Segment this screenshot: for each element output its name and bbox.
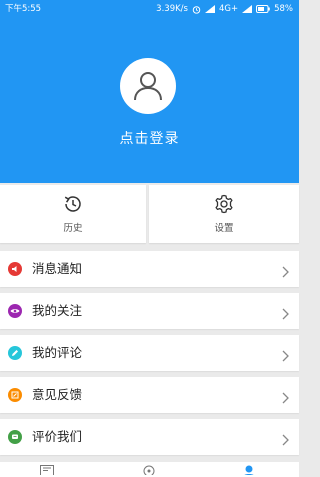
network-speed: 3.39K/s: [156, 4, 188, 14]
rate-icon: [8, 430, 22, 444]
eye-icon: [8, 304, 22, 318]
network-type: 4G+: [218, 4, 239, 14]
menu-item-following[interactable]: 我的关注: [0, 293, 299, 329]
nav-discover[interactable]: [142, 465, 156, 477]
battery-level: 58%: [274, 4, 293, 14]
battery-icon: [256, 5, 270, 13]
menu-item-feedback[interactable]: 意见反馈: [0, 377, 299, 413]
news-icon: [40, 465, 54, 475]
menu-item-rate[interactable]: 评价我们: [0, 419, 299, 455]
user-icon: [134, 72, 162, 101]
menu-item-label: 我的评论: [32, 345, 83, 360]
profile-icon: [244, 465, 254, 475]
signal-icon-2: [242, 5, 253, 13]
history-icon: [62, 193, 84, 215]
pen-icon: [8, 346, 22, 360]
status-time: 下午5:55: [5, 4, 42, 14]
chevron-right-icon: [282, 263, 289, 282]
profile-header: 下午5:55 3.39K/s 4G+ 58% 点击登录: [0, 0, 299, 183]
gear-icon: [213, 193, 235, 215]
menu-item-label: 消息通知: [32, 261, 83, 276]
feedback-icon: [8, 388, 22, 402]
history-label: 历史: [63, 223, 83, 234]
speaker-icon: [8, 262, 22, 276]
chevron-right-icon: [282, 347, 289, 366]
signal-icon: [204, 5, 215, 13]
history-button[interactable]: 历史: [0, 185, 146, 243]
settings-label: 设置: [214, 223, 234, 234]
menu-item-label: 评价我们: [32, 429, 83, 444]
chevron-right-icon: [282, 389, 289, 408]
menu-item-comments[interactable]: 我的评论: [0, 335, 299, 371]
nav-profile[interactable]: [242, 465, 256, 477]
settings-button[interactable]: 设置: [149, 185, 299, 243]
compass-icon: [143, 465, 155, 475]
chevron-right-icon: [282, 305, 289, 324]
menu-item-label: 我的关注: [32, 303, 83, 318]
login-button[interactable]: 点击登录: [0, 128, 299, 148]
avatar[interactable]: [120, 58, 176, 114]
bottom-nav: [0, 462, 299, 477]
alarm-icon: [192, 5, 201, 14]
status-right: 3.39K/s 4G+ 58%: [156, 0, 293, 18]
status-bar: 下午5:55 3.39K/s 4G+ 58%: [0, 0, 299, 18]
menu-item-notifications[interactable]: 消息通知: [0, 251, 299, 287]
menu-item-label: 意见反馈: [32, 387, 83, 402]
nav-news[interactable]: [40, 465, 54, 477]
chevron-right-icon: [282, 431, 289, 450]
